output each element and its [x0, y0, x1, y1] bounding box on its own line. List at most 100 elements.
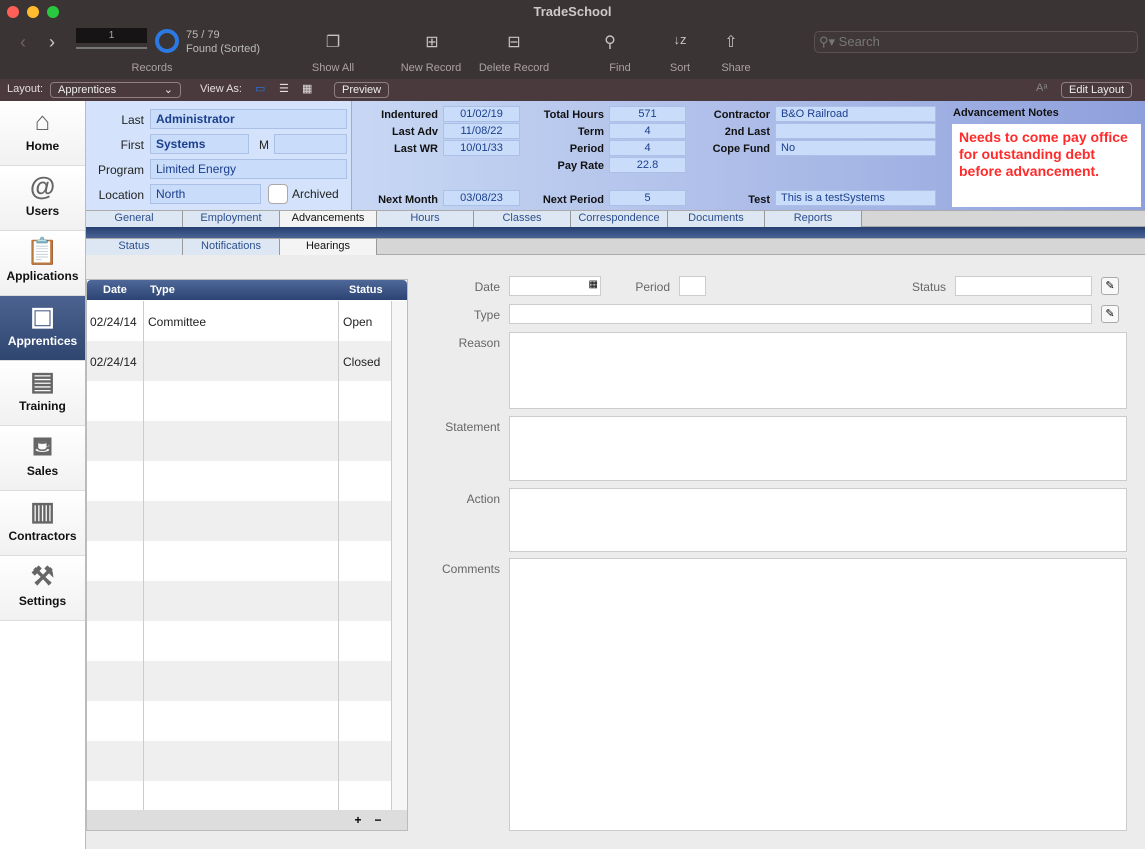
empty-table-row[interactable] — [87, 661, 391, 701]
next-record-icon[interactable]: › — [49, 32, 55, 53]
first-name-field[interactable]: Systems — [150, 134, 249, 154]
test-field[interactable]: This is a testSystems — [775, 190, 936, 206]
sort-button[interactable]: Sort — [660, 62, 700, 74]
table-view-icon[interactable]: ▦ — [302, 82, 312, 95]
period-input[interactable] — [679, 276, 706, 296]
cope-fund-field[interactable]: No — [775, 140, 936, 156]
text-format-icon[interactable]: Aᵃ — [1036, 82, 1047, 94]
tab-advancements[interactable]: Advancements — [280, 211, 377, 227]
column-divider — [338, 301, 339, 810]
tab-notifications[interactable]: Notifications — [183, 239, 280, 255]
window-title: TradeSchool — [533, 4, 612, 19]
sidebar-item-home[interactable]: ⌂ Home — [0, 101, 85, 166]
record-number-input[interactable]: 1 — [76, 28, 147, 43]
row-type: Committee — [148, 315, 207, 329]
statement-textarea[interactable] — [509, 416, 1127, 481]
column-header-date[interactable]: Date — [103, 280, 127, 300]
period-field[interactable]: 4 — [609, 140, 686, 156]
empty-table-row[interactable] — [87, 461, 391, 501]
last-adv-label: Last Adv — [391, 126, 438, 138]
show-all-icon[interactable]: ❐ — [318, 32, 348, 52]
location-field[interactable]: North — [150, 184, 261, 204]
indentured-field[interactable]: 01/02/19 — [443, 106, 520, 122]
add-row-button[interactable]: + — [349, 812, 367, 828]
record-slider[interactable] — [76, 47, 147, 49]
share-button[interactable]: Share — [714, 62, 758, 74]
previous-record-icon[interactable]: ‹ — [20, 32, 26, 53]
tab-hearings[interactable]: Hearings — [280, 239, 377, 255]
empty-table-row[interactable] — [87, 781, 391, 810]
date-input[interactable]: ▦ — [509, 276, 601, 296]
sidebar-item-users[interactable]: @ Users — [0, 166, 85, 231]
next-month-field[interactable]: 03/08/23 — [443, 190, 520, 206]
tab-classes[interactable]: Classes — [474, 211, 571, 227]
column-header-status[interactable]: Status — [349, 280, 383, 300]
contractor-field[interactable]: B&O Railroad — [775, 106, 936, 122]
last-adv-field[interactable]: 11/08/22 — [443, 123, 520, 139]
delete-record-icon[interactable]: ⊟ — [499, 32, 529, 52]
layout-select[interactable]: Apprentices ⌄ — [50, 82, 181, 98]
form-view-icon[interactable]: ▭ — [255, 82, 265, 95]
sort-icon[interactable]: ↓z — [665, 32, 695, 47]
next-period-field[interactable]: 5 — [609, 190, 686, 206]
advancement-notes-field[interactable]: Needs to come pay office for outstanding… — [952, 124, 1141, 207]
sidebar-item-applications[interactable]: 📋 Applications — [0, 231, 85, 296]
last-name-field[interactable]: Administrator — [150, 109, 347, 129]
title-bar: TradeSchool ‹ › 1 75 / 79 Found (Sorted)… — [0, 0, 1145, 79]
term-field[interactable]: 4 — [609, 123, 686, 139]
share-icon[interactable]: ⇧ — [716, 32, 746, 52]
tab-reports[interactable]: Reports — [765, 211, 862, 227]
delete-record-button[interactable]: Delete Record — [470, 62, 558, 74]
empty-table-row[interactable] — [87, 701, 391, 741]
edit-type-icon[interactable]: ✎ — [1101, 305, 1119, 323]
status-input[interactable] — [955, 276, 1092, 296]
reason-textarea[interactable] — [509, 332, 1127, 409]
pay-rate-field[interactable]: 22.8 — [609, 157, 686, 173]
empty-table-row[interactable] — [87, 621, 391, 661]
calendar-icon[interactable]: ▦ — [589, 279, 598, 290]
tab-employment[interactable]: Employment — [183, 211, 280, 227]
layout-value: Apprentices — [58, 84, 117, 96]
remove-row-button[interactable]: − — [369, 812, 387, 828]
empty-table-row[interactable] — [87, 501, 391, 541]
archived-checkbox[interactable] — [268, 184, 288, 204]
empty-table-row[interactable] — [87, 381, 391, 421]
new-record-icon[interactable]: ⊞ — [417, 32, 447, 52]
empty-table-row[interactable] — [87, 421, 391, 461]
new-record-button[interactable]: New Record — [392, 62, 470, 74]
edit-layout-button[interactable]: Edit Layout — [1061, 82, 1133, 98]
middle-initial-field[interactable] — [274, 134, 347, 154]
search-input[interactable]: ⚲▾ Search — [814, 31, 1138, 53]
edit-status-icon[interactable]: ✎ — [1101, 277, 1119, 295]
tab-correspondence[interactable]: Correspondence — [571, 211, 668, 227]
table-row[interactable]: 02/24/14 Committee Open — [87, 301, 391, 341]
empty-table-row[interactable] — [87, 581, 391, 621]
list-view-icon[interactable]: ☰ — [279, 82, 289, 95]
find-icon[interactable]: ⚲ — [595, 32, 625, 52]
find-button[interactable]: Find — [600, 62, 640, 74]
comments-textarea[interactable] — [509, 558, 1127, 831]
action-textarea[interactable] — [509, 488, 1127, 552]
sidebar-item-sales[interactable]: ⛾ Sales — [0, 426, 85, 491]
column-header-type[interactable]: Type — [150, 280, 175, 300]
sidebar-item-contractors[interactable]: ▥ Contractors — [0, 491, 85, 556]
comments-label: Comments — [441, 562, 500, 576]
sidebar-item-apprentices[interactable]: ▣ Apprentices — [0, 296, 85, 361]
last-wr-field[interactable]: 10/01/33 — [443, 140, 520, 156]
type-input[interactable] — [509, 304, 1092, 324]
empty-table-row[interactable] — [87, 741, 391, 781]
portal-scrollbar[interactable] — [391, 301, 407, 810]
sidebar-item-settings[interactable]: ⚒ Settings — [0, 556, 85, 621]
program-field[interactable]: Limited Energy — [150, 159, 347, 179]
tab-documents[interactable]: Documents — [668, 211, 765, 227]
tab-hours[interactable]: Hours — [377, 211, 474, 227]
preview-button[interactable]: Preview — [334, 82, 390, 98]
table-row[interactable]: 02/24/14 Closed — [87, 341, 391, 381]
second-last-field[interactable] — [775, 123, 936, 139]
tab-general[interactable]: General — [86, 211, 183, 227]
total-hours-field[interactable]: 571 — [609, 106, 686, 122]
tab-status[interactable]: Status — [86, 239, 183, 255]
sidebar-item-training[interactable]: ▤ Training — [0, 361, 85, 426]
show-all-button[interactable]: Show All — [300, 62, 366, 74]
empty-table-row[interactable] — [87, 541, 391, 581]
